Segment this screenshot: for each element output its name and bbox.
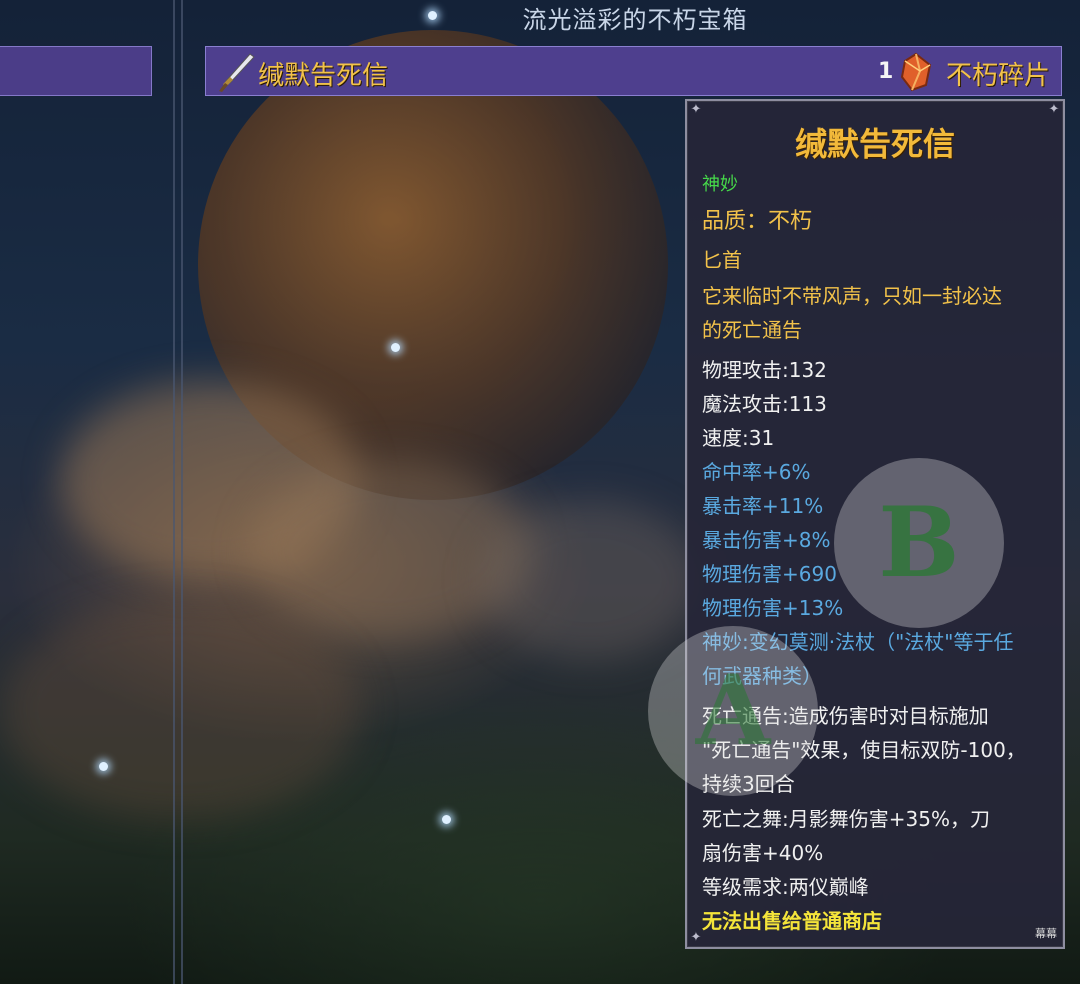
- reward-quantity: 1: [878, 59, 894, 84]
- stat-line: 魔法攻击:113: [702, 392, 827, 416]
- a-button-label: A: [695, 654, 771, 767]
- divider-line: [173, 0, 175, 984]
- bonus-stat-line: 物理伤害+13%: [702, 596, 844, 620]
- corner-ornament: ✦: [690, 930, 702, 945]
- star-decoration: [99, 762, 108, 771]
- sell-restriction: 无法出售给普通商店: [702, 909, 882, 933]
- level-requirement: 等级需求:两仪巅峰: [702, 875, 869, 899]
- item-list-entry[interactable]: [0, 46, 152, 96]
- dagger-icon: [216, 51, 256, 97]
- b-button[interactable]: B: [834, 458, 1004, 628]
- effect-line: 死亡之舞:月影舞伤害+35%，刀: [702, 807, 990, 831]
- bonus-stat-line: 物理伤害+690: [702, 562, 837, 586]
- description-line: 的死亡通告: [702, 318, 802, 342]
- reward-name: 不朽碎片: [946, 61, 1051, 91]
- description-line: 它来临时不带风声，只如一封必达: [702, 284, 1002, 308]
- bonus-stat-line: 暴击率+11%: [702, 494, 824, 518]
- divider-line: [181, 0, 183, 984]
- signature-mark: 幕幕: [1035, 927, 1057, 940]
- effect-line: 扇伤害+40%: [702, 841, 824, 865]
- cloud-shape: [0, 600, 360, 820]
- stat-line: 速度:31: [702, 426, 775, 450]
- a-button[interactable]: A: [648, 626, 818, 796]
- item-list-entry-selected[interactable]: 缄默告死信 1 不朽碎片: [205, 46, 1062, 96]
- bonus-stat-line: 暴击伤害+8%: [702, 528, 831, 552]
- star-decoration: [442, 815, 451, 824]
- item-name: 缄默告死信: [258, 61, 389, 91]
- b-button-label: B: [878, 486, 960, 599]
- corner-ornament: ✦: [1048, 102, 1060, 117]
- stat-line: 物理攻击:132: [702, 358, 827, 382]
- quality-label: 品质：不朽: [702, 209, 813, 234]
- gem-fragment-icon: [896, 51, 936, 97]
- weapon-type: 匕首: [702, 248, 742, 272]
- corner-ornament: ✦: [690, 102, 702, 117]
- chest-title: 流光溢彩的不朽宝箱: [522, 6, 748, 34]
- bonus-stat-line: 命中率+6%: [702, 460, 811, 484]
- star-decoration: [391, 343, 400, 352]
- rarity-label: 神妙: [702, 174, 738, 195]
- tooltip-title: 缄默告死信: [794, 125, 955, 163]
